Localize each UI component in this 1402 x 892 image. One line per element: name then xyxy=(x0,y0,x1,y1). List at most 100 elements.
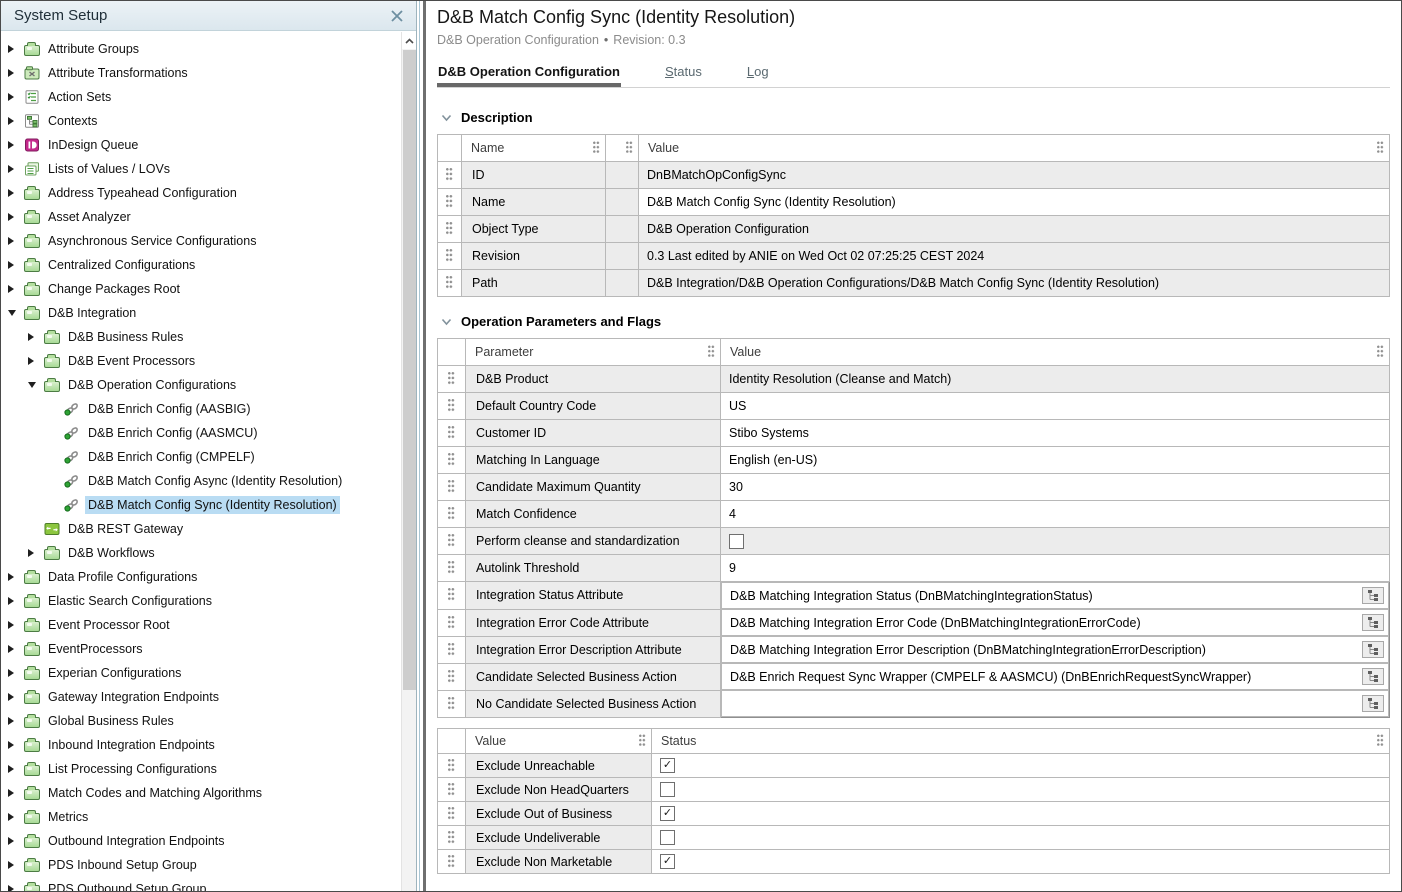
expand-arrow-icon[interactable] xyxy=(8,805,23,829)
column-menu-icon[interactable] xyxy=(1377,142,1384,155)
tree-item[interactable]: Action Sets xyxy=(1,85,400,109)
tab-log[interactable]: Log xyxy=(746,60,770,87)
checkbox-unchecked[interactable] xyxy=(660,782,675,797)
column-menu-icon[interactable] xyxy=(1377,735,1384,748)
expand-arrow-icon[interactable] xyxy=(8,781,23,805)
tree-item[interactable]: D&B Business Rules xyxy=(1,325,400,349)
row-drag-handle[interactable] xyxy=(438,850,466,874)
row-drag-handle[interactable] xyxy=(438,447,466,474)
tree-item[interactable]: D&B REST Gateway xyxy=(1,517,400,541)
checkbox-checked[interactable]: ✓ xyxy=(660,806,675,821)
expand-arrow-icon[interactable] xyxy=(8,157,23,181)
tree-item[interactable]: Inbound Integration Endpoints xyxy=(1,733,400,757)
tree-item[interactable]: Change Packages Root xyxy=(1,277,400,301)
expand-arrow-icon[interactable] xyxy=(8,877,23,891)
row-drag-handle[interactable] xyxy=(438,754,466,778)
attribute-picker-button[interactable] xyxy=(1362,614,1384,631)
expand-arrow-icon[interactable] xyxy=(8,277,23,301)
tree-item[interactable]: List Processing Configurations xyxy=(1,757,400,781)
column-header-parameter[interactable]: Parameter xyxy=(466,339,721,366)
expand-arrow-icon[interactable] xyxy=(8,685,23,709)
column-menu-icon[interactable] xyxy=(639,735,646,748)
row-drag-handle[interactable] xyxy=(438,189,462,216)
cell-value[interactable] xyxy=(721,690,1389,717)
row-drag-handle[interactable] xyxy=(438,216,462,243)
expand-arrow-icon[interactable] xyxy=(28,325,43,349)
tree-item[interactable]: D&B Operation Configurations xyxy=(1,373,400,397)
expand-arrow-icon[interactable] xyxy=(8,661,23,685)
tree-item[interactable]: D&B Workflows xyxy=(1,541,400,565)
tree-item[interactable]: InDesign Queue xyxy=(1,133,400,157)
row-drag-handle[interactable] xyxy=(438,778,466,802)
expand-arrow-icon[interactable] xyxy=(8,229,23,253)
expand-arrow-icon[interactable] xyxy=(8,637,23,661)
tree-item[interactable]: Centralized Configurations xyxy=(1,253,400,277)
tree-item[interactable]: D&B Integration xyxy=(1,301,400,325)
cell-value[interactable]: 9 xyxy=(721,555,1390,582)
expand-arrow-icon[interactable] xyxy=(28,541,43,565)
tree-item[interactable]: Lists of Values / LOVs xyxy=(1,157,400,181)
business-action-picker-button[interactable] xyxy=(1362,668,1384,685)
column-menu-icon[interactable] xyxy=(626,142,633,155)
checkbox-checked[interactable]: ✓ xyxy=(660,854,675,869)
tree-item[interactable]: Contexts xyxy=(1,109,400,133)
cell-value[interactable]: Stibo Systems xyxy=(721,420,1390,447)
tree-item[interactable]: Asynchronous Service Configurations xyxy=(1,229,400,253)
column-header-spacer[interactable] xyxy=(606,135,639,162)
tree-item[interactable]: Gateway Integration Endpoints xyxy=(1,685,400,709)
column-header-status[interactable]: Status xyxy=(652,729,1390,754)
expand-arrow-icon[interactable] xyxy=(8,613,23,637)
tree-item[interactable]: EventProcessors xyxy=(1,637,400,661)
tree-item[interactable]: Match Codes and Matching Algorithms xyxy=(1,781,400,805)
tree-item[interactable]: Outbound Integration Endpoints xyxy=(1,829,400,853)
collapse-chevron-icon[interactable] xyxy=(441,114,452,122)
tree-item[interactable]: Elastic Search Configurations xyxy=(1,589,400,613)
row-drag-handle[interactable] xyxy=(438,243,462,270)
row-drag-handle[interactable] xyxy=(438,826,466,850)
expand-arrow-icon[interactable] xyxy=(8,829,23,853)
cell-value[interactable]: D&B Enrich Request Sync Wrapper (CMPELF … xyxy=(721,663,1389,690)
row-drag-handle[interactable] xyxy=(438,501,466,528)
attribute-picker-button[interactable] xyxy=(1362,587,1384,604)
column-header-value[interactable]: Value xyxy=(466,729,652,754)
expand-arrow-icon[interactable] xyxy=(8,757,23,781)
tree-item[interactable]: D&B Match Config Async (Identity Resolut… xyxy=(1,469,400,493)
tree-item[interactable]: Address Typeahead Configuration xyxy=(1,181,400,205)
row-drag-handle[interactable] xyxy=(438,690,466,718)
expand-arrow-icon[interactable] xyxy=(8,253,23,277)
row-drag-handle[interactable] xyxy=(438,636,466,663)
tree-item[interactable]: D&B Enrich Config (AASMCU) xyxy=(1,421,400,445)
expand-arrow-icon[interactable] xyxy=(8,709,23,733)
tree-item[interactable]: Attribute Groups xyxy=(1,37,400,61)
expand-arrow-icon[interactable] xyxy=(8,589,23,613)
column-header-value[interactable]: Value xyxy=(721,339,1390,366)
tree-item[interactable]: PDS Inbound Setup Group xyxy=(1,853,400,877)
column-menu-icon[interactable] xyxy=(708,346,715,359)
cell-value[interactable]: English (en-US) xyxy=(721,447,1390,474)
row-drag-handle[interactable] xyxy=(438,528,466,555)
attribute-picker-button[interactable] xyxy=(1362,641,1384,658)
expand-arrow-icon[interactable] xyxy=(28,349,43,373)
expand-arrow-icon[interactable] xyxy=(8,109,23,133)
row-drag-handle[interactable] xyxy=(438,162,462,189)
tree-item[interactable]: Attribute Transformations xyxy=(1,61,400,85)
expand-arrow-icon[interactable] xyxy=(8,205,23,229)
tree-item[interactable]: Global Business Rules xyxy=(1,709,400,733)
column-header-name[interactable]: Name xyxy=(462,135,606,162)
column-menu-icon[interactable] xyxy=(593,142,600,155)
row-drag-handle[interactable] xyxy=(438,609,466,636)
expand-arrow-icon[interactable] xyxy=(8,853,23,877)
cell-value[interactable]: D&B Matching Integration Status (DnBMatc… xyxy=(721,582,1389,609)
tree-item[interactable]: D&B Enrich Config (AASBIG) xyxy=(1,397,400,421)
expand-arrow-icon[interactable] xyxy=(8,37,23,61)
tree-item[interactable]: PDS Outbound Setup Group xyxy=(1,877,400,891)
collapse-chevron-icon[interactable] xyxy=(441,318,452,326)
cell-value[interactable]: D&B Matching Integration Error Code (DnB… xyxy=(721,609,1389,636)
panel-splitter[interactable] xyxy=(417,1,430,891)
row-drag-handle[interactable] xyxy=(438,555,466,582)
tree-item[interactable]: Event Processor Root xyxy=(1,613,400,637)
row-drag-handle[interactable] xyxy=(438,802,466,826)
row-drag-handle[interactable] xyxy=(438,366,466,393)
row-drag-handle[interactable] xyxy=(438,474,466,501)
cell-value[interactable]: 30 xyxy=(721,474,1390,501)
